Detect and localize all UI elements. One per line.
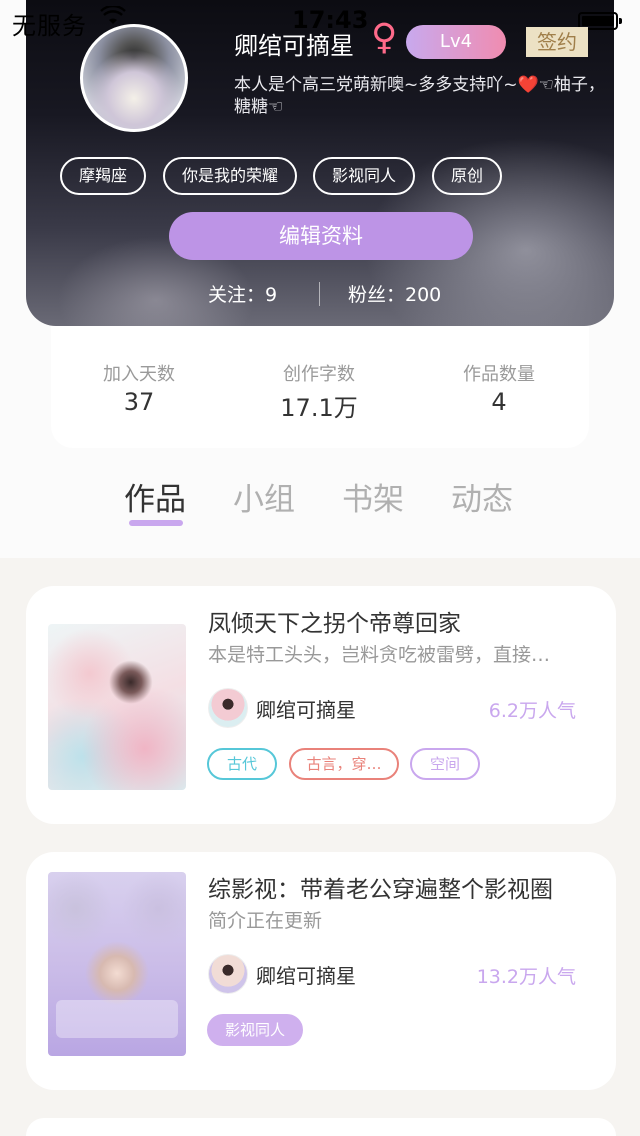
bio-part-1: 本人是个高三党萌新噢~多多支持吖~ xyxy=(234,75,518,95)
stat-label: 加入天数 xyxy=(103,364,175,385)
popularity-count: 13.2万人气 xyxy=(476,966,576,988)
work-card[interactable]: 综影视：带着老公穿遍整个影视圈 简介正在更新 卿绾可摘星 13.2万人气 影视同… xyxy=(26,852,616,1090)
author-avatar[interactable] xyxy=(208,688,248,728)
stat-word-count: 创作字数 17.1万 xyxy=(239,360,399,423)
book-cover[interactable] xyxy=(48,872,186,1056)
stats-card: 加入天数 37 创作字数 17.1万 作品数量 4 xyxy=(51,326,589,448)
stat-label: 作品数量 xyxy=(463,364,535,385)
heart-icon: ❤️ xyxy=(517,75,539,95)
profile-tag[interactable]: 摩羯座 xyxy=(60,157,146,195)
content-tabs: 作品 小组 书架 动态 xyxy=(0,474,640,534)
work-card[interactable]: 凤倾天下之拐个帝尊回家 本是特工头头，岂料贪吃被雷劈，直接… 卿绾可摘星 6.2… xyxy=(26,586,616,824)
profile-tag[interactable]: 原创 xyxy=(432,157,502,195)
work-card[interactable] xyxy=(26,1118,616,1136)
popularity-count: 6.2万人气 xyxy=(488,700,576,722)
signed-badge: 签约 xyxy=(526,27,588,57)
genre-tag[interactable]: 影视同人 xyxy=(207,1014,303,1046)
stat-value: 4 xyxy=(491,388,507,416)
author-name[interactable]: 卿绾可摘星 xyxy=(256,960,356,989)
work-title[interactable]: 凤倾天下之拐个帝尊回家 xyxy=(208,604,461,638)
genre-tag[interactable]: 古言，穿… xyxy=(289,748,399,780)
tab-bookshelf[interactable]: 书架 xyxy=(342,474,404,519)
genre-tag[interactable]: 空间 xyxy=(410,748,480,780)
author-avatar[interactable] xyxy=(208,954,248,994)
active-tab-indicator xyxy=(129,520,183,526)
book-cover[interactable] xyxy=(48,624,186,790)
work-title[interactable]: 综影视：带着老公穿遍整个影视圈 xyxy=(208,870,553,904)
following-count[interactable]: 关注：9 xyxy=(208,280,277,307)
carrier-label: 无服务 xyxy=(12,12,87,40)
tab-works[interactable]: 作品 xyxy=(124,474,186,519)
genre-tag[interactable]: 古代 xyxy=(207,748,277,780)
stat-value: 37 xyxy=(123,388,155,416)
username: 卿绾可摘星 xyxy=(234,32,354,60)
follow-divider xyxy=(319,282,320,306)
author-name[interactable]: 卿绾可摘星 xyxy=(256,694,356,723)
fans-count[interactable]: 粉丝：200 xyxy=(348,280,441,307)
profile-tag[interactable]: 影视同人 xyxy=(313,157,415,195)
follow-stats: 关注：9 粉丝：200 xyxy=(0,280,640,306)
stat-work-count: 作品数量 4 xyxy=(419,360,579,416)
female-icon: ♀ xyxy=(371,17,398,58)
tab-activity[interactable]: 动态 xyxy=(451,474,513,519)
cover-caption-band xyxy=(56,1000,178,1038)
profile-tag[interactable]: 你是我的荣耀 xyxy=(163,157,297,195)
tab-groups[interactable]: 小组 xyxy=(233,474,295,519)
stat-join-days: 加入天数 37 xyxy=(59,360,219,416)
stat-label: 创作字数 xyxy=(283,364,355,385)
work-description: 简介正在更新 xyxy=(208,910,323,932)
level-badge[interactable]: Lv4 xyxy=(406,25,506,59)
edit-profile-button[interactable]: 编辑资料 xyxy=(169,212,473,260)
work-description: 本是特工头头，岂料贪吃被雷劈，直接… xyxy=(208,644,551,666)
avatar[interactable] xyxy=(80,24,188,132)
stat-value: 17.1万 xyxy=(280,394,358,422)
bio-text: 本人是个高三党萌新噢~多多支持吖~❤️☜柚子，糖糖☜ xyxy=(234,74,614,118)
